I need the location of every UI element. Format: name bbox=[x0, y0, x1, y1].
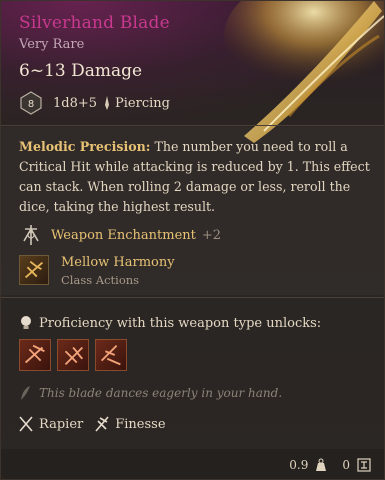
weapon-skill-3-icon[interactable] bbox=[95, 339, 127, 371]
enchantment-label: Weapon Enchantment bbox=[51, 227, 196, 243]
property-rapier: Rapier bbox=[39, 416, 84, 432]
divider bbox=[1, 297, 384, 298]
dice-text: 1d8+5 Piercing bbox=[53, 96, 170, 111]
footer-stats: 0.9 0 bbox=[289, 457, 372, 473]
item-value: 0 bbox=[342, 458, 350, 472]
weapon-skill-2-icon[interactable] bbox=[57, 339, 89, 371]
dice-row: 8 1d8+5 Piercing bbox=[19, 91, 170, 115]
d8-dice-icon: 8 bbox=[20, 91, 42, 115]
action-name: Mellow Harmony bbox=[61, 255, 175, 270]
action-row[interactable]: Mellow Harmony Class Actions bbox=[19, 255, 175, 287]
dice-face-value: 8 bbox=[28, 99, 34, 110]
gold-coin-icon bbox=[357, 458, 371, 472]
flavor-row: This blade dances eagerly in your hand. bbox=[19, 385, 282, 401]
item-name: Silverhand Blade bbox=[19, 13, 170, 33]
finesse-icon bbox=[95, 416, 109, 432]
proficiency-text: Proficiency with this weapon type unlock… bbox=[39, 315, 322, 331]
weight-icon bbox=[316, 458, 327, 471]
item-weight: 0.9 bbox=[289, 458, 309, 472]
damage-type: Piercing bbox=[115, 95, 170, 111]
item-rarity: Very Rare bbox=[19, 37, 85, 52]
weapon-properties: Rapier Finesse bbox=[19, 416, 178, 432]
mellow-harmony-icon bbox=[19, 255, 49, 285]
damage-dice: 1d8+5 bbox=[53, 95, 98, 111]
item-tooltip: Silverhand Blade Very Rare 6~13 Damage 8… bbox=[0, 0, 385, 480]
enchantment-bonus: +2 bbox=[201, 227, 222, 243]
action-category: Class Actions bbox=[61, 273, 140, 287]
rapier-icon bbox=[19, 416, 33, 432]
proficiency-skills bbox=[19, 339, 133, 371]
damage-range: 6~13 Damage bbox=[19, 61, 143, 81]
ability-name: Melodic Precision: bbox=[19, 139, 151, 154]
weapon-skill-1-icon[interactable] bbox=[19, 339, 51, 371]
quill-icon bbox=[21, 386, 30, 400]
action-text: Mellow Harmony Class Actions bbox=[61, 255, 175, 287]
enchantment-row[interactable]: Weapon Enchantment +2 bbox=[19, 223, 221, 247]
lightbulb-icon bbox=[21, 316, 31, 329]
item-description: Melodic Precision: The number you need t… bbox=[19, 137, 374, 217]
piercing-icon bbox=[105, 96, 110, 110]
weapon-enchantment-icon bbox=[23, 225, 39, 245]
flavor-text: This blade dances eagerly in your hand. bbox=[39, 386, 283, 400]
proficiency-row: Proficiency with this weapon type unlock… bbox=[19, 315, 321, 331]
property-finesse: Finesse bbox=[115, 416, 166, 432]
divider bbox=[1, 125, 384, 126]
